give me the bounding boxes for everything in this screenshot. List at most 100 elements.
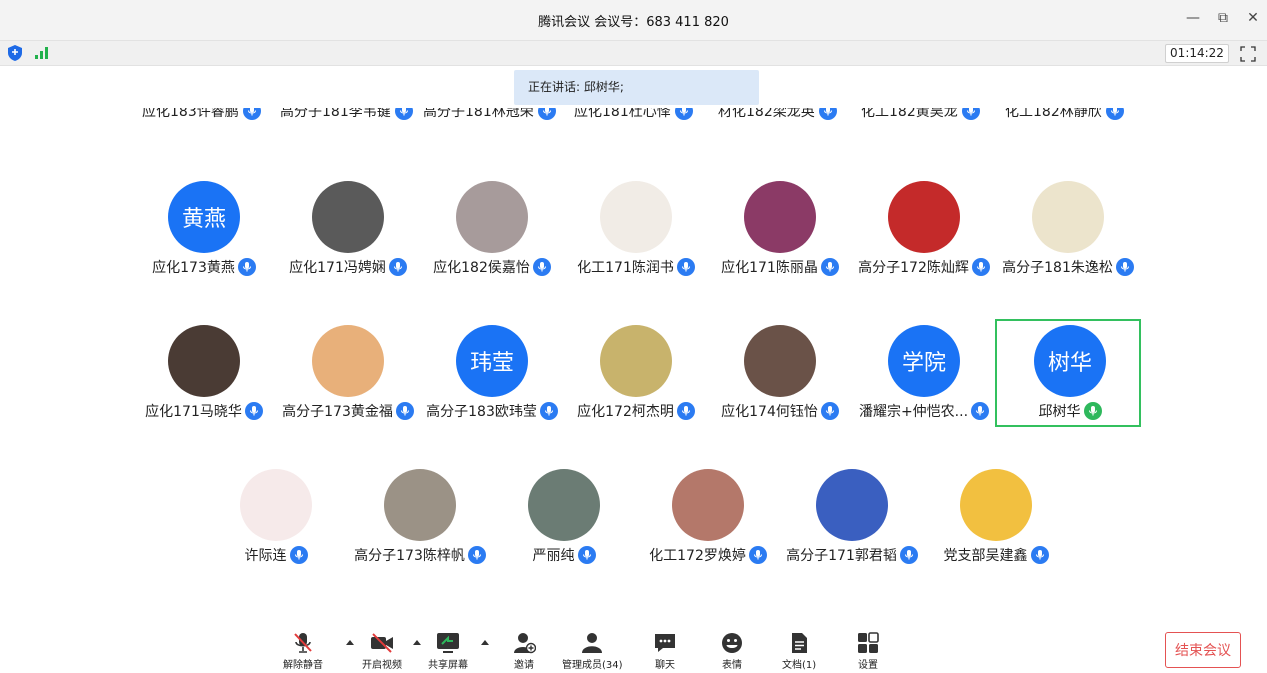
avatar-initials: 树华 <box>1047 351 1092 376</box>
share-screen-button[interactable]: 共享屏幕 <box>428 632 468 671</box>
participant-avatar <box>168 325 240 397</box>
participant-avatar <box>888 181 960 253</box>
microphone-icon <box>394 108 413 120</box>
participant-name: 应化171冯娉娴 <box>289 260 386 276</box>
participant-avatar: 黄燕 <box>168 181 240 253</box>
manage-members-button[interactable]: 管理成员(34) <box>562 632 623 671</box>
meeting-toolbar: 解除静音 开启视频 共享屏幕 邀请 管理成员(34) 聊天 表情 文档(1) 设… <box>0 624 1267 673</box>
participant-row-clipped: 应化183许睿鹏 高分子181李韦键 高分子181林冠荣 应化181杜心怿 材化182梁… <box>0 108 1267 132</box>
avatar-initials: 黄燕 <box>181 207 226 232</box>
microphone-icon <box>1030 546 1049 564</box>
participant-name-clipped: 应化181杜心怿 <box>574 108 693 121</box>
participant-tile[interactable]: 学院潘耀宗+仲恺农... <box>851 321 997 429</box>
participant-tile[interactable]: 党支部吴建鑫 <box>923 465 1069 573</box>
video-options-caret[interactable] <box>413 640 421 645</box>
microphone-icon <box>818 108 837 120</box>
unmute-button[interactable]: 解除静音 <box>283 632 323 671</box>
avatar-initials: 学院 <box>901 351 946 376</box>
end-meeting-button[interactable]: 结束会议 <box>1165 632 1241 668</box>
participant-avatar <box>456 181 528 253</box>
microphone-icon <box>1105 108 1124 120</box>
microphone-icon <box>674 108 693 120</box>
speaking-banner: 正在讲话: 邱树华; <box>514 70 759 105</box>
participant-name-clipped: 高分子181李韦键 <box>280 108 413 121</box>
window-controls: — ⧉ ✕ <box>1185 10 1261 26</box>
participant-avatar <box>312 181 384 253</box>
document-icon <box>792 633 808 653</box>
meeting-timer: 01:14:22 <box>1165 44 1229 63</box>
participant-name: 应化182侯嘉怡 <box>433 260 530 276</box>
participant-name-row: 党支部吴建鑫 <box>903 545 1089 565</box>
share-options-caret[interactable] <box>481 640 489 645</box>
participant-name: 化工182黄昊龙 <box>861 108 958 120</box>
documents-button[interactable]: 文档(1) <box>782 632 816 671</box>
participant-name: 党支部吴建鑫 <box>943 548 1028 564</box>
emoji-button[interactable]: 表情 <box>720 632 744 671</box>
close-icon[interactable]: ✕ <box>1245 10 1261 26</box>
participant-name: 应化181杜心怿 <box>574 108 671 120</box>
participant-name-clipped: 高分子181林冠荣 <box>423 108 556 121</box>
shield-icon[interactable] <box>8 45 22 61</box>
participant-avatar <box>384 469 456 541</box>
participant-name-row: 高分子181朱逸松 <box>975 257 1161 277</box>
participant-name: 应化173黄燕 <box>152 260 235 276</box>
participant-name: 应化172柯杰明 <box>577 404 674 420</box>
add-person-icon <box>514 633 536 654</box>
microphone-icon <box>242 108 261 120</box>
signal-icon[interactable] <box>35 47 48 59</box>
participant-avatar: 树华 <box>1034 325 1106 397</box>
participant-avatar: 玮莹 <box>456 325 528 397</box>
fullscreen-icon[interactable] <box>1240 46 1256 62</box>
share-screen-icon <box>437 633 459 653</box>
participant-avatar <box>600 325 672 397</box>
participant-avatar <box>744 325 816 397</box>
status-bar: 01:14:22 <box>0 40 1267 66</box>
emoji-icon <box>722 633 742 653</box>
title-bar: 腾讯会议 会议号：683 411 820 — ⧉ ✕ <box>0 0 1267 40</box>
microphone-icon <box>577 546 596 564</box>
chat-button[interactable]: 聊天 <box>653 632 677 671</box>
window-title: 腾讯会议 会议号：683 411 820 <box>538 14 729 30</box>
participant-avatar <box>744 181 816 253</box>
participant-name: 严丽纯 <box>532 548 575 564</box>
audio-options-caret[interactable] <box>346 640 354 645</box>
chat-label: 聊天 <box>655 660 675 671</box>
camera-off-icon <box>371 633 393 653</box>
start-video-label: 开启视频 <box>362 660 402 671</box>
microphone-icon <box>961 108 980 120</box>
participant-avatar: 学院 <box>888 325 960 397</box>
participant-name: 化工182林静欣 <box>1005 108 1102 120</box>
participant-name: 高分子171郭君韬 <box>786 548 897 564</box>
participant-name-clipped: 化工182林静欣 <box>1005 108 1124 121</box>
avatar-initials: 玮莹 <box>469 351 514 376</box>
participant-name-clipped: 材化182梁龙英 <box>718 108 837 121</box>
participant-name: 材化182梁龙英 <box>718 108 815 120</box>
participant-name: 高分子173陈梓帆 <box>354 548 465 564</box>
participant-name: 高分子181李韦键 <box>280 108 391 120</box>
participant-name-clipped: 化工182黄昊龙 <box>861 108 980 121</box>
settings-button[interactable]: 设置 <box>856 632 880 671</box>
chat-icon <box>655 634 675 652</box>
participant-avatar <box>960 469 1032 541</box>
participant-name: 高分子181朱逸松 <box>1002 260 1113 276</box>
participant-name: 高分子181林冠荣 <box>423 108 534 120</box>
microphone-icon <box>289 546 308 564</box>
unmute-label: 解除静音 <box>283 660 323 671</box>
participant-avatar <box>528 469 600 541</box>
participant-name: 邱树华 <box>1038 404 1081 420</box>
participant-avatar <box>600 181 672 253</box>
start-video-button[interactable]: 开启视频 <box>362 632 402 671</box>
microphone-muted-icon <box>294 633 312 653</box>
grid-settings-icon <box>858 632 879 653</box>
participant-avatar <box>816 469 888 541</box>
microphone-icon <box>1083 402 1102 420</box>
minimize-icon[interactable]: — <box>1185 10 1201 26</box>
participant-name: 应化174何钰怡 <box>721 404 818 420</box>
invite-button[interactable]: 邀请 <box>512 632 536 671</box>
participant-tile[interactable]: 树华邱树华 <box>995 319 1141 427</box>
restore-icon[interactable]: ⧉ <box>1215 10 1231 26</box>
participant-name-clipped: 应化183许睿鹏 <box>142 108 261 121</box>
participant-tile[interactable]: 高分子181朱逸松 <box>995 177 1141 285</box>
participant-name: 潘耀宗+仲恺农... <box>858 404 969 420</box>
participant-avatar <box>240 469 312 541</box>
